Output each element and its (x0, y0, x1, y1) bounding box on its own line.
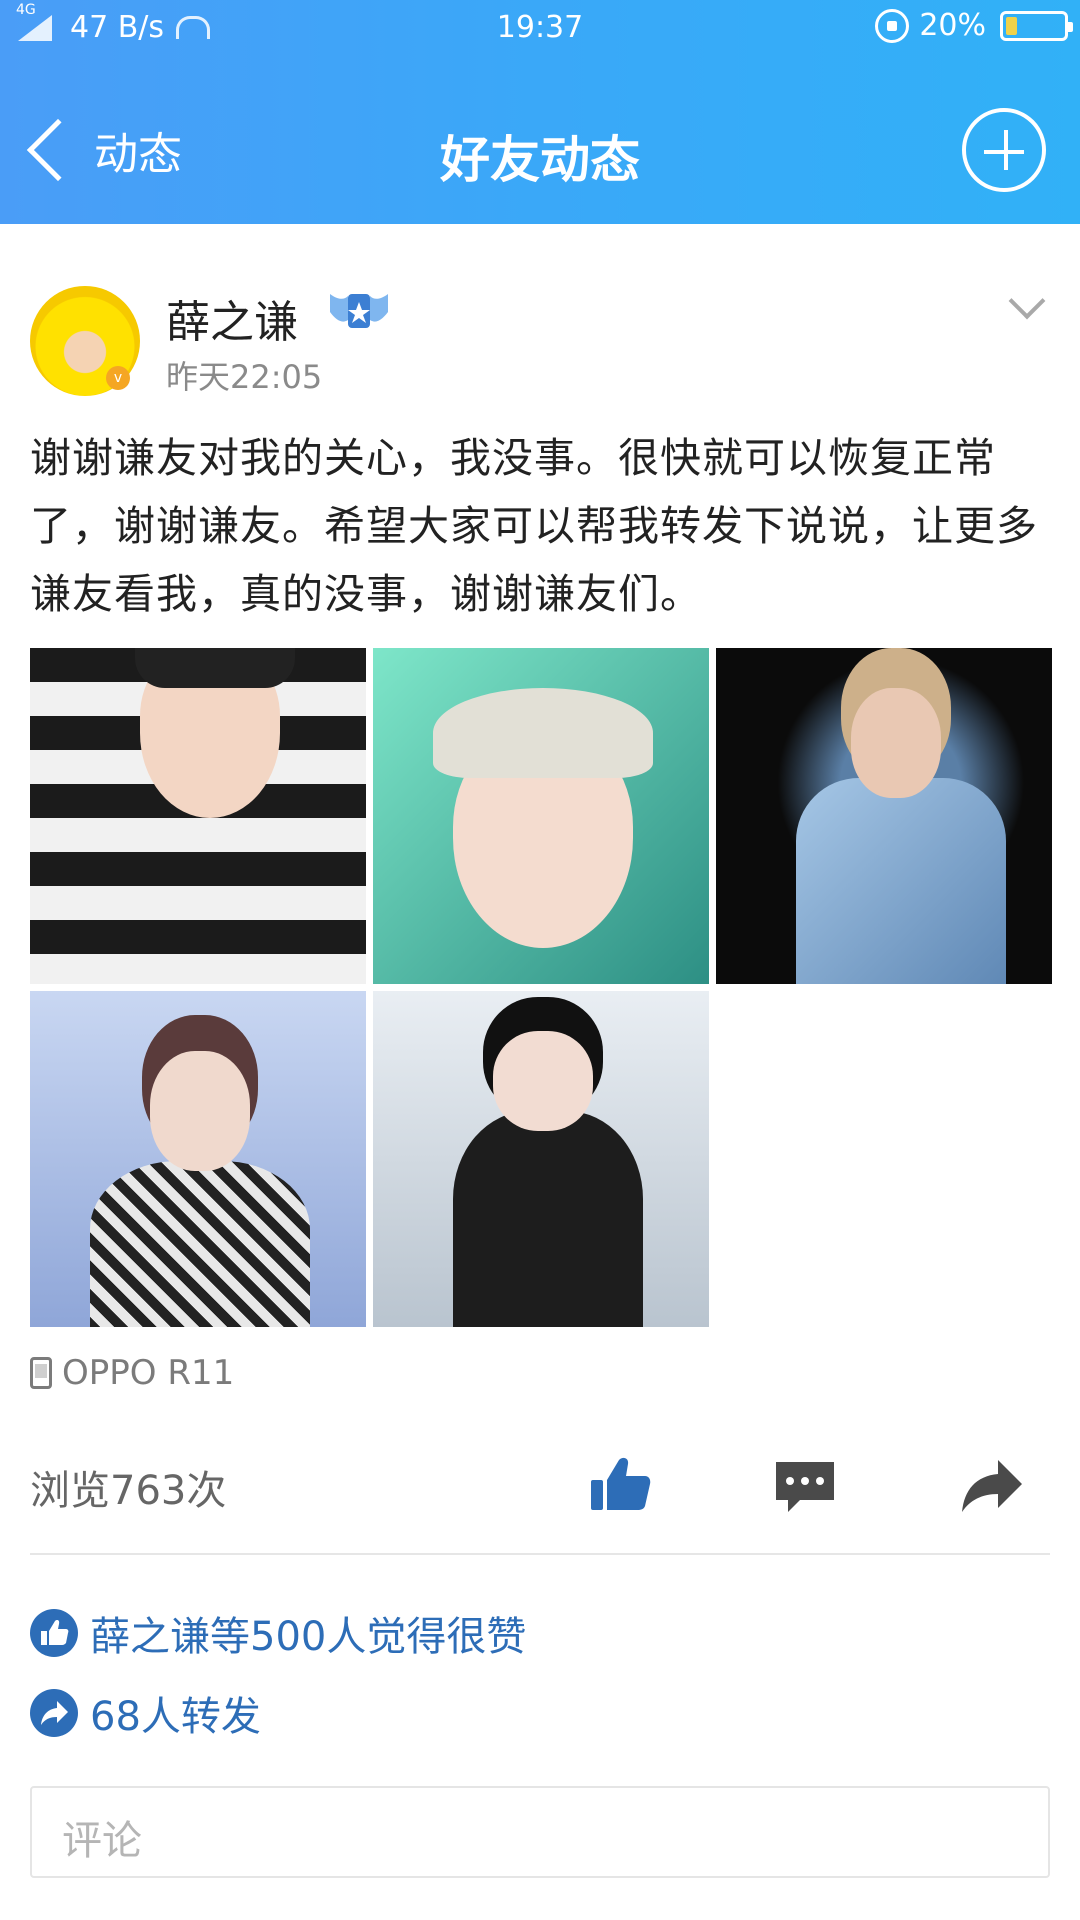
comment-input[interactable]: 评论 (30, 1786, 1050, 1878)
verified-badge: v (106, 366, 130, 390)
vip-badge-icon (330, 294, 388, 328)
add-button[interactable] (962, 108, 1046, 192)
shares-summary[interactable]: 68人转发 (30, 1684, 261, 1742)
device-name: OPPO R11 (62, 1353, 235, 1393)
post-timestamp: 昨天22:05 (166, 358, 323, 396)
comment-placeholder: 评论 (62, 1818, 142, 1864)
rotation-lock-icon (875, 8, 910, 43)
navigation-bar: 动态 好友动态 (0, 96, 1080, 206)
battery-icon (1000, 10, 1073, 41)
comment-button[interactable] (770, 1450, 840, 1520)
shares-text: 68人转发 (90, 1694, 261, 1740)
comment-icon (776, 1462, 834, 1512)
status-bar: 4G 47 B/s 19:37 20% (0, 0, 1080, 60)
username[interactable]: 薛之谦 (166, 286, 298, 350)
thumbs-up-icon (30, 1609, 78, 1657)
page-title: 好友动态 (440, 131, 640, 189)
battery-percent: 20% (919, 8, 986, 43)
divider (30, 1553, 1050, 1555)
more-options-dropdown[interactable] (1006, 286, 1046, 326)
likes-text: 薛之谦等500人觉得很赞 (90, 1614, 527, 1660)
share-arrow-icon (962, 1460, 1022, 1512)
likes-summary[interactable]: 薛之谦等500人觉得很赞 (30, 1604, 526, 1662)
share-button[interactable] (956, 1450, 1026, 1520)
photo-thumbnail[interactable] (373, 991, 709, 1327)
like-button[interactable] (585, 1450, 655, 1520)
status-right: 20% (875, 8, 1073, 43)
battery-fill (1006, 16, 1017, 35)
view-count: 浏览763次 (30, 1468, 227, 1514)
photo-thumbnail[interactable] (373, 648, 709, 984)
share-arrow-icon (30, 1689, 78, 1737)
header: 4G 47 B/s 19:37 20% 动态 好友动态 (0, 0, 1080, 224)
device-info: OPPO R11 (30, 1353, 234, 1393)
photo-thumbnail[interactable] (30, 648, 366, 984)
post-text: 谢谢谦友对我的关心，我没事。很快就可以恢复正常了，谢谢谦友。希望大家可以帮我转发… (30, 434, 1038, 618)
photo-thumbnail[interactable] (30, 991, 366, 1327)
phone-icon (30, 1357, 52, 1389)
thumbs-up-icon (591, 1457, 651, 1510)
photo-thumbnail[interactable] (716, 648, 1052, 984)
